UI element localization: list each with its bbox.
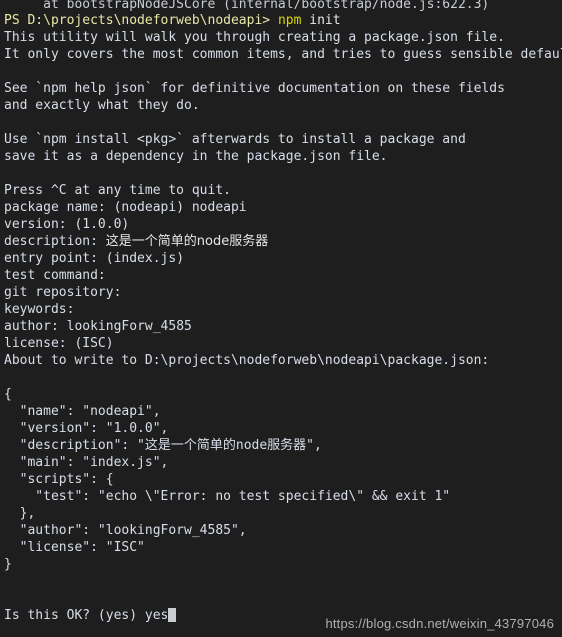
answer-value: lookingForw_4585 [66, 319, 192, 334]
package-json-entry-version: "version": "1.0.0", [4, 421, 169, 436]
confirm-question: Is this OK? (yes) [4, 608, 138, 623]
prompt-path: PS D:\projects\nodeforweb\nodeapi> [4, 13, 271, 28]
watermark-url: https://blog.csdn.net/weixin_43797046 [325, 616, 554, 631]
answer-row-description: description: 这是一个简单的node服务器 [4, 233, 562, 250]
answer-label: keywords: [4, 302, 75, 317]
package-json-close-brace: } [4, 557, 12, 572]
answer-label: package name: [4, 200, 106, 215]
package-json-entry-description: "description": "这是一个简单的node服务器", [4, 438, 322, 453]
answer-value: (index.js) [105, 251, 185, 266]
text-cursor [168, 608, 177, 622]
package-json-entry-author: "author": "lookingForw_4585", [4, 523, 247, 538]
intro-line: and exactly what they do. [4, 98, 200, 113]
stack-trace-partial-line: at bootstrapNodeJSCore (internal/bootstr… [4, 0, 490, 12]
intro-line: save it as a dependency in the package.j… [4, 149, 388, 164]
answer-row-version: version: (1.0.0) [4, 216, 562, 233]
intro-line: This utility will walk you through creat… [4, 30, 505, 45]
confirm-space [137, 608, 145, 623]
package-json-entry-scripts-close: }, [4, 506, 36, 521]
confirm-typed-answer: yes [144, 608, 169, 623]
intro-line: Use `npm install <pkg>` afterwards to in… [4, 132, 466, 147]
answer-label: description: [4, 234, 98, 249]
answer-row-keywords: keywords: [4, 301, 562, 318]
package-json-entry-scripts-open: "scripts": { [4, 472, 114, 487]
answer-row-package-name: package name: (nodeapi) nodeapi [4, 199, 562, 216]
answer-row-author: author: lookingForw_4585 [4, 318, 562, 335]
terminal-window[interactable]: at bootstrapNodeJSCore (internal/bootstr… [0, 0, 562, 637]
answer-label: entry point: [4, 251, 98, 266]
answer-value: 这是一个简单的node服务器 [105, 234, 269, 249]
about-to-write-line: About to write to D:\projects\nodeforweb… [4, 353, 490, 368]
answer-space [98, 251, 106, 266]
answer-label: git repository: [4, 285, 122, 300]
answer-row-test-command: test command: [4, 267, 562, 284]
package-json-entry-name: "name": "nodeapi", [4, 404, 161, 419]
answer-value: (1.0.0) [74, 217, 130, 232]
answer-label: license: [4, 336, 67, 351]
prompt-command: npm [277, 13, 302, 28]
package-json-entry-scripts-test: "test": "echo \"Error: no test specified… [4, 489, 451, 504]
answer-row-git-repository: git repository: [4, 284, 562, 301]
prompt-args: init [309, 13, 341, 28]
answer-space [106, 200, 114, 215]
intro-line: See `npm help json` for definitive docum… [4, 81, 505, 96]
answer-label: version: [4, 217, 67, 232]
package-json-entry-main: "main": "index.js", [4, 455, 169, 470]
answer-row-license: license: (ISC) [4, 335, 562, 352]
answer-space [59, 319, 67, 334]
answer-value: (nodeapi) nodeapi [113, 200, 247, 215]
answer-value: (ISC) [74, 336, 114, 351]
terminal-scrollback[interactable]: at bootstrapNodeJSCore (internal/bootstr… [0, 0, 562, 624]
prompt-line: PS D:\projects\nodeforweb\nodeapi> npm i… [4, 12, 562, 29]
answer-space [98, 234, 106, 249]
intro-line-quit-hint: Press ^C at any time to quit. [4, 183, 231, 198]
answer-label: test command: [4, 268, 106, 283]
intro-line: It only covers the most common items, an… [4, 47, 562, 62]
package-json-entry-license: "license": "ISC" [4, 540, 145, 555]
answer-label: author: [4, 319, 59, 334]
answer-row-entry-point: entry point: (index.js) [4, 250, 562, 267]
package-json-open-brace: { [4, 387, 12, 402]
